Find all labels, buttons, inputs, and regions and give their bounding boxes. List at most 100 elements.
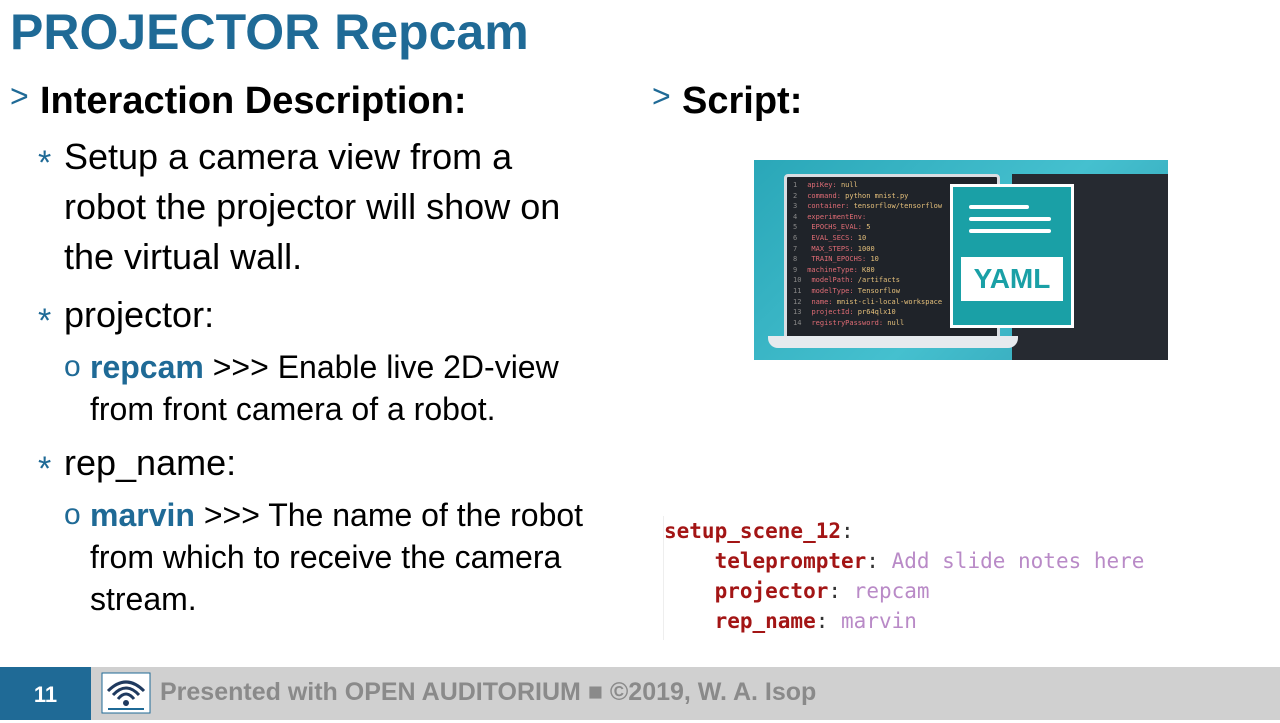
laptop-code-line: 2 command: python mnist.py bbox=[793, 192, 908, 200]
right-column: > Script: bbox=[640, 76, 1280, 126]
code-value: 5 bbox=[866, 223, 871, 232]
code-key: container: bbox=[807, 202, 854, 211]
code-line-projector: projector: repcam bbox=[664, 576, 1264, 606]
code-value: K80 bbox=[862, 265, 875, 274]
script-heading: Script: bbox=[682, 80, 803, 122]
laptop-base bbox=[768, 336, 1018, 348]
code-key: modelType: bbox=[811, 287, 858, 295]
line-number: 3 bbox=[793, 202, 798, 211]
code-key: machineType: bbox=[807, 265, 863, 274]
code-value: marvin bbox=[841, 609, 917, 633]
circle-bullet-icon: o bbox=[64, 498, 81, 531]
code-key: MAX_STEPS: bbox=[807, 244, 858, 253]
code-colon: : bbox=[866, 549, 892, 573]
code-line-teleprompter: teleprompter: Add slide notes here bbox=[664, 546, 1264, 576]
yaml-badge: YAML bbox=[961, 257, 1063, 301]
laptop-code-line: 8 TRAIN_EPOCHS: 10 bbox=[793, 255, 879, 263]
line-number: 7 bbox=[793, 244, 798, 253]
code-key: name: bbox=[811, 297, 837, 306]
laptop-code-line: 12 name: mnist-cli-local-workspace bbox=[793, 298, 942, 306]
code-value: /artifacts bbox=[857, 276, 900, 285]
line-number: 9 bbox=[793, 265, 798, 274]
line-number: 14 bbox=[793, 318, 802, 327]
laptop-code-line: 5 EPOCHS_EVAL: 5 bbox=[793, 223, 870, 231]
circle-bullet-icon: o bbox=[64, 350, 81, 383]
line-number: 1 bbox=[793, 181, 798, 189]
laptop-code-line: 1 apiKey: null bbox=[793, 181, 858, 189]
laptop-code-line: 14 registryPassword: null bbox=[793, 319, 904, 327]
line-number: 10 bbox=[793, 276, 802, 285]
laptop-code-line: 11 modelType: Tensorflow bbox=[793, 287, 900, 295]
keyword-repcam: repcam bbox=[90, 349, 204, 385]
code-root-key: setup_scene_12 bbox=[664, 519, 842, 543]
code-key: registryPassword: bbox=[811, 318, 888, 327]
bullet-projector: * projector: bbox=[0, 290, 640, 340]
sub-bullet-marvin: o marvin >>> The name of the robot from … bbox=[0, 494, 640, 620]
yaml-illustration: 1 apiKey: null 2 command: python mnist.py 3 c… bbox=[754, 160, 1168, 360]
bullet-rep-name: * rep_name: bbox=[0, 438, 640, 488]
laptop-code-line: 10 modelPath: /artifacts bbox=[793, 276, 900, 284]
bullet-projector-text: projector: bbox=[64, 294, 215, 335]
line-number: 4 bbox=[793, 212, 798, 221]
code-value: python mnist.py bbox=[845, 191, 909, 200]
code-value: 1000 bbox=[857, 244, 875, 253]
code-colon: : bbox=[815, 609, 842, 633]
code-key: apiKey: bbox=[807, 181, 841, 189]
code-line-rep-name: rep_name: marvin bbox=[664, 606, 1264, 636]
code-value: null bbox=[840, 181, 858, 189]
code-key: teleprompter bbox=[714, 549, 867, 573]
yaml-code-block: setup_scene_12: teleprompter: Add slide … bbox=[663, 516, 1264, 640]
code-value: mnist-cli-local-workspace bbox=[836, 297, 943, 306]
laptop-code-line: 4 experimentEnv: bbox=[793, 213, 866, 221]
laptop-code-line: 9 machineType: K80 bbox=[793, 266, 875, 274]
code-key: projector bbox=[714, 579, 829, 603]
code-value: 10 bbox=[857, 234, 867, 242]
bullet-setup: * Setup a camera view from a robot the p… bbox=[0, 132, 640, 282]
page-number: 11 bbox=[0, 667, 91, 720]
code-key: modelPath: bbox=[811, 276, 858, 285]
line-number: 13 bbox=[793, 308, 802, 317]
code-key: TRAIN_EPOCHS: bbox=[807, 255, 871, 264]
arrow-bullet-icon: > bbox=[10, 78, 29, 114]
line-number: 8 bbox=[793, 255, 798, 264]
code-key: rep_name bbox=[714, 609, 816, 633]
footer-text: Presented with OPEN AUDITORIUM ■ ©2019, … bbox=[160, 678, 817, 706]
code-value: 10 bbox=[870, 255, 879, 264]
left-column: > Interaction Description: * Setup a cam… bbox=[0, 76, 640, 620]
footer-bar: 11 Presented with OPEN AUDITORIUM ■ ©201… bbox=[0, 667, 1280, 720]
sub-bullet-marvin-text: marvin >>> The name of the robot from wh… bbox=[90, 494, 630, 620]
line-number: 2 bbox=[793, 191, 798, 200]
doc-line bbox=[969, 205, 1029, 209]
interaction-heading: Interaction Description: bbox=[40, 80, 467, 122]
sub-bullet-repcam: o repcam >>> Enable live 2D-view from fr… bbox=[0, 346, 640, 430]
script-heading-row: > Script: bbox=[640, 76, 1280, 126]
laptop-code-line: 7 MAX_STEPS: 1000 bbox=[793, 245, 875, 253]
slide-title: PROJECTOR Repcam bbox=[10, 4, 529, 60]
code-value: pr64qlx10 bbox=[857, 308, 896, 317]
keyword-marvin: marvin bbox=[90, 497, 195, 533]
doc-line bbox=[969, 229, 1051, 233]
bullet-rep-name-text: rep_name: bbox=[64, 442, 237, 483]
line-number: 12 bbox=[793, 297, 802, 306]
code-value: Add slide notes here bbox=[891, 549, 1145, 573]
interaction-heading-row: > Interaction Description: bbox=[0, 76, 640, 126]
code-key: EPOCHS_EVAL: bbox=[807, 223, 867, 232]
code-root-line: setup_scene_12: bbox=[664, 516, 1264, 546]
code-value: repcam bbox=[853, 579, 930, 603]
yaml-file-icon: YAML bbox=[950, 184, 1074, 328]
laptop-code-line: 13 projectId: pr64qlx10 bbox=[793, 308, 896, 316]
line-number: 11 bbox=[793, 287, 802, 295]
doc-line bbox=[969, 217, 1051, 221]
laptop-code-line: 3 container: tensorflow/tensorflow bbox=[793, 202, 942, 210]
line-number: 6 bbox=[793, 234, 798, 242]
laptop-code-line: 6 EVAL_SECS: 10 bbox=[793, 234, 866, 242]
star-bullet-icon: * bbox=[38, 144, 52, 182]
arrow-bullet-icon: > bbox=[652, 78, 671, 114]
star-bullet-icon: * bbox=[38, 450, 52, 488]
code-value: null bbox=[887, 318, 905, 327]
sub-bullet-repcam-text: repcam >>> Enable live 2D-view from fron… bbox=[90, 346, 630, 430]
wifi-logo-icon bbox=[100, 671, 152, 715]
star-bullet-icon: * bbox=[38, 302, 52, 340]
code-value: tensorflow/tensorflow bbox=[853, 202, 943, 211]
code-key: experimentEnv: bbox=[807, 212, 867, 221]
